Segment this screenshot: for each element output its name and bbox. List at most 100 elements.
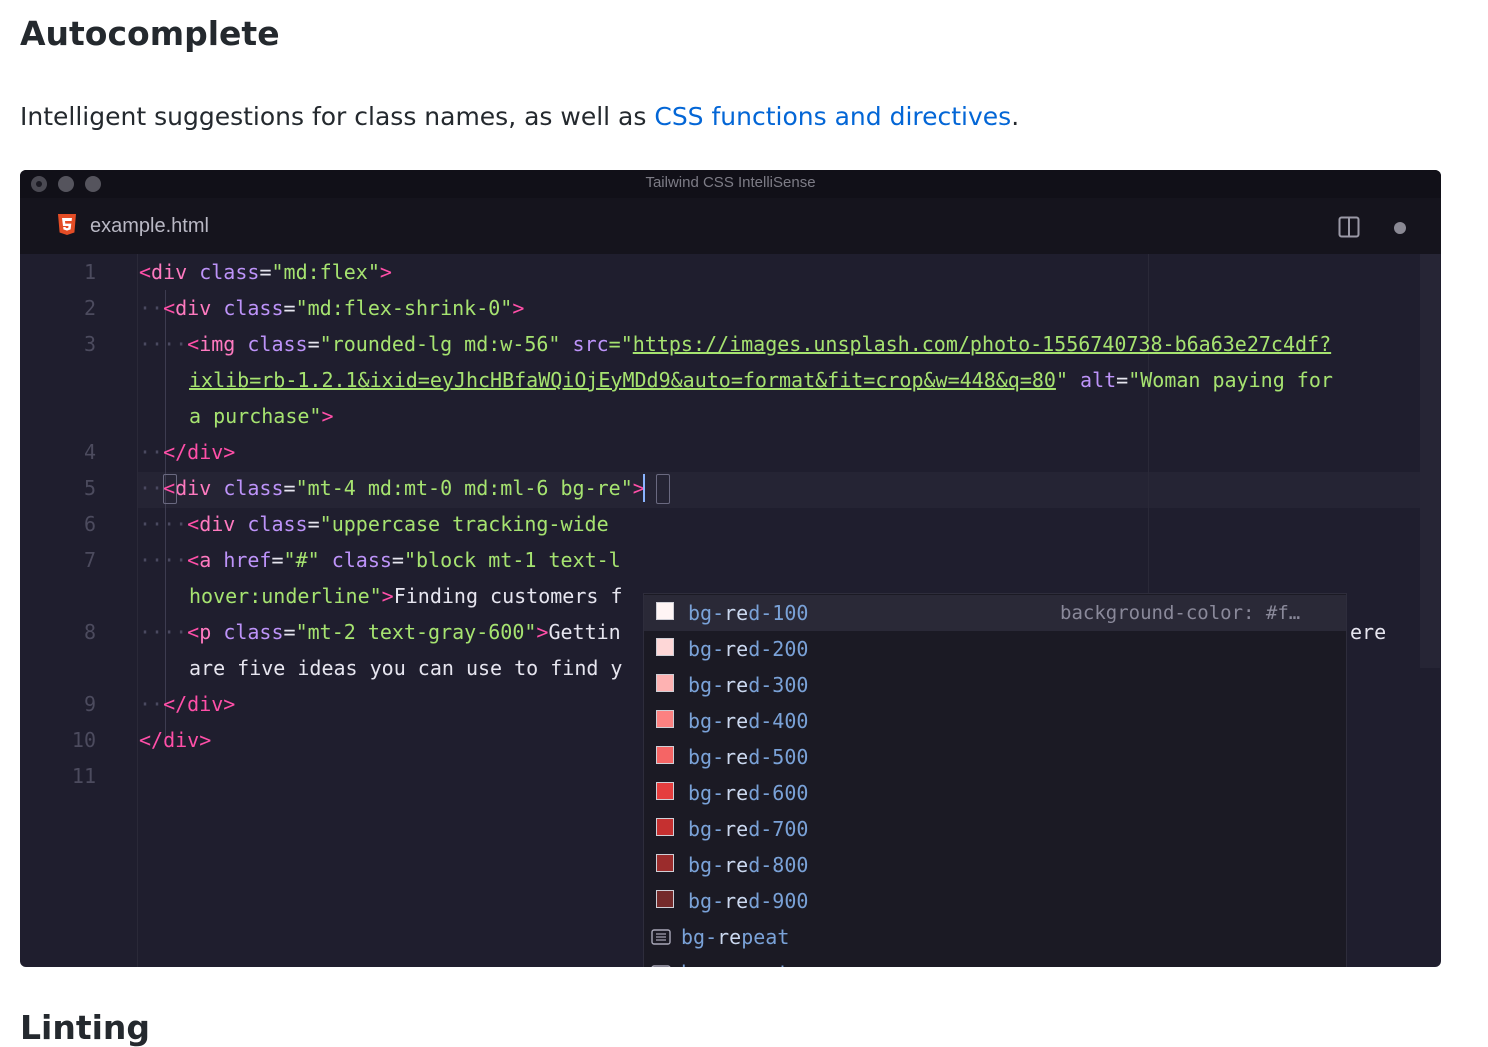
label-prefix: bg- [688,889,725,913]
autocomplete-item-label: bg-red-800 [688,847,808,883]
label-prefix: bg- [681,961,717,967]
text-cursor [643,474,645,502]
tab-example-html[interactable]: example.html [90,215,209,238]
autocomplete-item[interactable]: bg-red-100 background-color: #f… [644,595,1346,631]
split-editor-icon[interactable] [1338,216,1360,238]
autocomplete-item[interactable]: bg-red-900 [644,883,1346,919]
autocomplete-item[interactable]: bg-red-600 [644,775,1346,811]
color-swatch-icon [656,638,674,656]
code-line-4: ··</div> [139,440,236,464]
autocomplete-popup[interactable]: bg-red-100 background-color: #f… bg-red-20… [643,593,1347,967]
autocomplete-item-label: bg-red-300 [688,667,808,703]
autocomplete-item-label: bg-red-400 [688,703,808,739]
css-functions-link[interactable]: CSS functions and directives [654,102,1011,131]
label-prefix: bg- [688,781,725,805]
label-suffix: d-500 [748,745,809,769]
vertical-scrollbar[interactable] [1420,254,1440,668]
autocomplete-item[interactable]: bg-red-200 [644,631,1346,667]
code-line-3: ····<img class="rounded-lg md:w-56" src=… [139,332,1332,356]
autocomplete-item[interactable]: bg-red-500 [644,739,1346,775]
label-suffix: peat-x [741,961,813,967]
color-swatch-icon [656,710,674,728]
label-match: re [717,925,742,949]
label-match: re [724,601,749,625]
bracket-match-highlight [163,474,177,504]
label-match: re [724,853,749,877]
line-number: 1 [83,260,96,284]
color-swatch-icon [656,746,674,764]
label-prefix: bg- [688,745,725,769]
code-editor[interactable]: 1 2 3 4 5 6 7 8 9 10 11 <div class="md:f… [20,254,1441,967]
code-line-2: ··<div class="md:flex-shrink-0"> [139,296,525,320]
editor-window: Tailwind CSS IntelliSense example.html 1… [20,170,1441,967]
label-suffix: d-900 [748,889,809,913]
label-prefix: bg- [688,673,725,697]
line-number: 7 [83,548,96,572]
bracket-match-highlight [656,474,670,504]
autocomplete-item-label: bg-red-600 [688,775,808,811]
autocomplete-item-label: bg-red-900 [688,883,808,919]
autocomplete-item-label: bg-red-500 [688,739,808,775]
page-title: Autocomplete [20,14,280,53]
label-match: re [724,889,749,913]
code-line-7: ····<a href="#" class="block mt-1 text-l [139,548,621,572]
label-suffix: d-400 [748,709,809,733]
gutter-border [137,254,138,967]
line-number: 4 [83,440,96,464]
autocomplete-item-label: bg-red-200 [688,631,808,667]
line-number: 8 [83,620,96,644]
label-match: re [724,637,749,661]
color-swatch-icon [656,674,674,692]
window-title: Tailwind CSS IntelliSense [645,174,816,191]
color-swatch-icon [656,818,674,836]
code-line-7-wrap: hover:underline">Finding customers f [189,584,623,608]
image-url-link[interactable]: ixlib=rb-1.2.1&ixid=eyJhcHBfaWQiOjEyMDd9… [189,368,1056,392]
label-match: re [717,961,741,967]
code-line-8: ····<p class="mt-2 text-gray-600">Gettin [139,620,621,644]
label-match: re [724,673,749,697]
label-suffix: d-700 [748,817,809,841]
code-line-3-wrap-1: ixlib=rb-1.2.1&ixid=eyJhcHBfaWQiOjEyMDd9… [189,368,1333,392]
label-suffix: d-200 [748,637,809,661]
line-number: 5 [83,476,96,500]
label-prefix: bg- [681,925,718,949]
label-suffix: d-300 [748,673,809,697]
label-suffix: d-100 [748,601,809,625]
autocomplete-item-label: bg-repeat [681,919,789,955]
tab-bar: example.html [20,198,1441,254]
unsaved-indicator-icon [1394,222,1406,234]
label-match: re [724,817,749,841]
autocomplete-item-label: bg-repeat-x [681,955,813,967]
autocomplete-item[interactable]: bg-red-800 [644,847,1346,883]
code-line-9: ··</div> [139,692,236,716]
autocomplete-item-label: bg-red-100 [688,595,808,631]
line-number: 10 [71,728,96,752]
color-swatch-icon [656,854,674,872]
line-number: 2 [83,296,96,320]
list-icon [651,929,671,945]
label-prefix: bg- [688,709,725,733]
color-swatch-icon [656,782,674,800]
autocomplete-item[interactable]: bg-red-400 [644,703,1346,739]
label-match: re [724,709,749,733]
image-url-link[interactable]: https://images.unsplash.com/photo-155674… [633,332,1331,356]
code-line-8-wrap: are five ideas you can use to find y [189,656,623,680]
code-line-8-tail: ere [1350,620,1387,644]
label-prefix: bg- [688,817,725,841]
autocomplete-item[interactable]: bg-repeat-x [644,955,1346,967]
code-line-5: ··<div class="mt-4 md:mt-0 md:ml-6 bg-re… [139,476,645,500]
label-prefix: bg- [688,637,725,661]
title-bar: Tailwind CSS IntelliSense [20,170,1441,198]
autocomplete-item[interactable]: bg-red-300 [644,667,1346,703]
color-swatch-icon [656,890,674,908]
autocomplete-item[interactable]: bg-red-700 [644,811,1346,847]
intro-end: . [1011,102,1020,131]
html5-icon [58,214,76,235]
line-number: 9 [83,692,96,716]
label-prefix: bg- [688,853,725,877]
code-line-6: ····<div class="uppercase tracking-wide [139,512,609,536]
label-suffix: peat [741,925,790,949]
autocomplete-item[interactable]: bg-repeat [644,919,1346,955]
code-line-1: <div class="md:flex"> [139,260,392,284]
line-number: 3 [83,332,96,356]
